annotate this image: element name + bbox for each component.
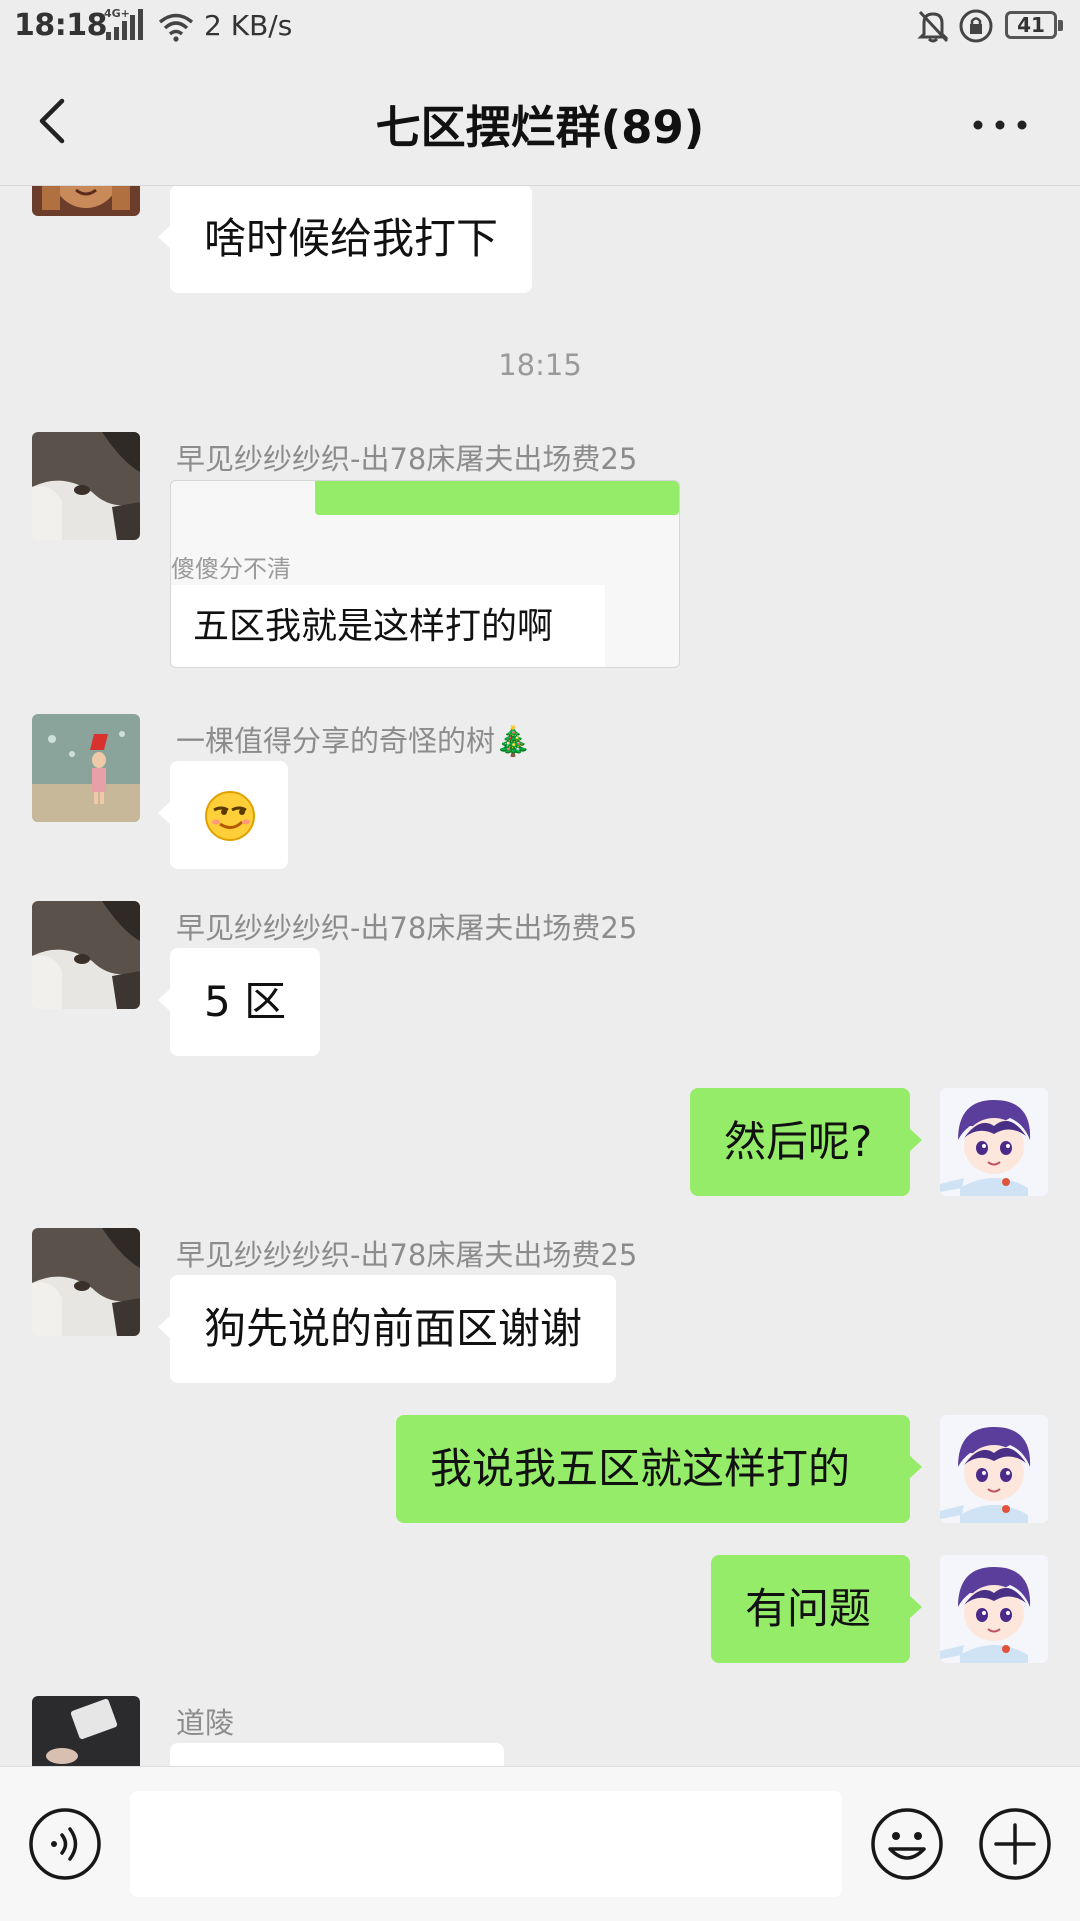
message-bubble[interactable]: 然后呢?	[690, 1088, 922, 1196]
timestamp: 18:15	[498, 348, 582, 382]
message-bubble[interactable]: 啥时候给我打下	[157, 186, 533, 293]
quoted-message: 五区我就是这样打的啊	[171, 585, 605, 667]
rotation-lock-icon	[958, 8, 994, 44]
message-input[interactable]	[130, 1791, 842, 1897]
quoted-outgoing-bubble	[315, 481, 679, 515]
avatar[interactable]	[32, 714, 140, 822]
smirk-emoji-icon	[204, 790, 256, 846]
my-avatar[interactable]	[940, 1088, 1048, 1196]
mute-bell-icon	[916, 8, 950, 44]
avatar[interactable]	[32, 1696, 140, 1766]
my-avatar[interactable]	[940, 1555, 1048, 1663]
emoji-icon[interactable]	[870, 1807, 944, 1881]
sender-name: 早见纱纱纱织-出78床屠夫出场费25	[176, 911, 638, 945]
image-message[interactable]: 傻傻分不清 五区我就是这样打的啊	[170, 480, 680, 668]
message-list[interactable]: 啥时候给我打下 18:15 早见纱纱纱织-出78床屠夫出场费25 傻傻分不清 五…	[0, 186, 1080, 1766]
message-bubble[interactable]: 狗先说的前面区谢谢	[157, 1275, 617, 1383]
message-bubble[interactable]	[170, 1743, 504, 1766]
emoji-message[interactable]	[158, 761, 288, 869]
more-options-icon[interactable]	[970, 117, 1030, 131]
status-time: 18:18	[14, 8, 108, 43]
sender-name: 早见纱纱纱织-出78床屠夫出场费25	[176, 442, 638, 476]
status-bar: 18:18 4G+ 2 KB/s 41	[0, 0, 1080, 55]
avatar[interactable]	[32, 186, 140, 216]
message-bubble[interactable]: 我说我五区就这样打的	[396, 1415, 922, 1523]
sender-name: 一棵值得分享的奇怪的树🎄	[176, 724, 532, 758]
battery-tip	[1058, 20, 1063, 31]
plus-icon[interactable]	[978, 1807, 1052, 1881]
battery-level: 41	[1017, 13, 1045, 37]
sender-name: 道陵	[176, 1706, 235, 1740]
avatar[interactable]	[32, 1228, 140, 1336]
input-bar	[0, 1766, 1080, 1921]
quoted-sender-name: 傻傻分不清	[171, 555, 291, 583]
chat-header: 七区摆烂群(89)	[0, 55, 1080, 186]
battery-icon: 41	[1005, 11, 1067, 43]
network-speed: 2 KB/s	[204, 9, 293, 42]
avatar[interactable]	[32, 901, 140, 1009]
avatar[interactable]	[32, 432, 140, 540]
chat-title: 七区摆烂群(89)	[375, 101, 705, 154]
network-type-label: 4G+	[104, 7, 130, 20]
cellular-signal-icon: 4G+	[104, 6, 144, 42]
message-bubble[interactable]: 有问题	[711, 1555, 922, 1663]
wifi-icon	[158, 12, 194, 42]
my-avatar[interactable]	[940, 1415, 1048, 1523]
voice-icon[interactable]	[28, 1807, 102, 1881]
sender-name: 早见纱纱纱织-出78床屠夫出场费25	[176, 1238, 638, 1272]
message-bubble[interactable]: 5 区	[157, 948, 321, 1056]
